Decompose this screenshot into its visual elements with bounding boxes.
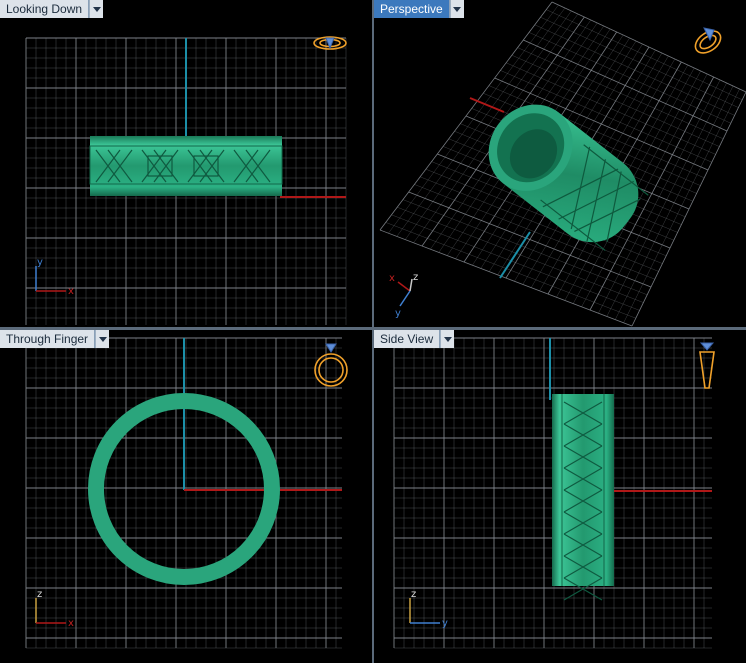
tab-side-view[interactable]: Side View bbox=[374, 330, 455, 348]
axis-label-c: y bbox=[395, 308, 401, 319]
viewport-label[interactable]: Through Finger bbox=[0, 330, 96, 348]
viewport-label[interactable]: Perspective bbox=[374, 0, 450, 18]
axis-label-b: z bbox=[413, 272, 418, 283]
viewport-through-finger[interactable]: z x Through Finger bbox=[0, 330, 372, 663]
ring-orientation-icon[interactable] bbox=[691, 27, 724, 58]
axis-label-a: z bbox=[411, 589, 416, 600]
axis-label-b: x bbox=[68, 286, 74, 297]
axis-triad bbox=[409, 598, 440, 624]
viewport-looking-down[interactable]: y x Looking Down bbox=[0, 0, 372, 327]
ring-model[interactable] bbox=[89, 136, 283, 196]
chevron-down-icon[interactable] bbox=[449, 0, 464, 18]
viewport-divider-horizontal[interactable] bbox=[0, 327, 746, 330]
tab-through-finger[interactable]: Through Finger bbox=[0, 330, 110, 348]
ring-model[interactable] bbox=[552, 394, 614, 601]
axis-label-b: y bbox=[442, 618, 448, 629]
y-axis-line bbox=[499, 231, 531, 279]
tab-perspective[interactable]: Perspective bbox=[374, 0, 464, 18]
chevron-down-icon[interactable] bbox=[95, 330, 110, 348]
ring-orientation-icon[interactable] bbox=[699, 342, 715, 389]
axis-triad bbox=[397, 278, 413, 307]
chevron-down-icon[interactable] bbox=[89, 0, 104, 18]
ring-orientation-icon[interactable] bbox=[314, 343, 348, 387]
ring-orientation-icon[interactable] bbox=[313, 36, 347, 50]
viewport-side-view[interactable]: z y Side View bbox=[374, 330, 746, 663]
axis-triad bbox=[35, 598, 66, 624]
viewport-perspective[interactable]: x z y Perspective bbox=[374, 0, 746, 327]
viewport-label[interactable]: Looking Down bbox=[0, 0, 90, 18]
axis-label-a: z bbox=[37, 589, 42, 600]
axis-label-a: x bbox=[389, 273, 395, 284]
axis-triad bbox=[35, 266, 66, 292]
tab-looking-down[interactable]: Looking Down bbox=[0, 0, 104, 18]
axis-label-a: y bbox=[37, 257, 43, 268]
viewport-label[interactable]: Side View bbox=[374, 330, 441, 348]
chevron-down-icon[interactable] bbox=[440, 330, 455, 348]
axis-label-b: x bbox=[68, 618, 74, 629]
